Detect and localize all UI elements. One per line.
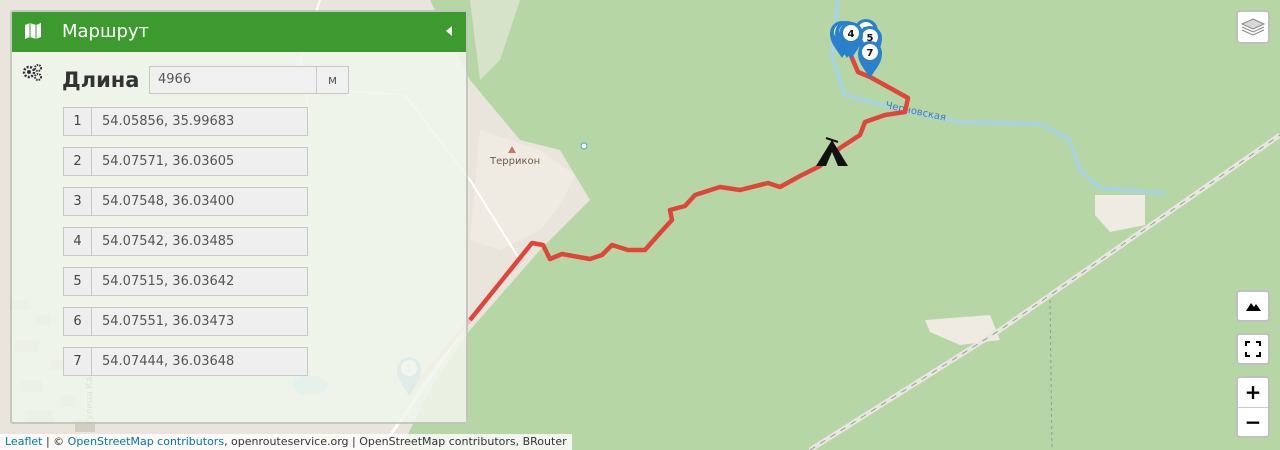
route-point-row: 1 54.05856, 35.99683 xyxy=(63,107,308,136)
route-panel-header: Маршрут xyxy=(12,12,466,52)
zoom-out-button[interactable]: − xyxy=(1238,408,1268,437)
svg-text:4: 4 xyxy=(848,29,855,40)
elevation-button[interactable] xyxy=(1236,290,1270,322)
route-panel: Маршрут Длина 4966 м 1 54.05856, 35.9968… xyxy=(10,10,468,424)
route-point-coords[interactable]: 54.07571, 36.03605 xyxy=(92,147,308,176)
length-label: Длина xyxy=(62,68,140,92)
collapse-icon[interactable] xyxy=(446,26,452,36)
length-unit: м xyxy=(317,66,349,94)
map-book-icon xyxy=(25,23,41,39)
route-point-coords[interactable]: 54.07542, 36.03485 xyxy=(92,227,308,256)
route-point-number: 6 xyxy=(63,307,92,336)
length-input[interactable]: 4966 xyxy=(149,66,317,94)
route-panel-title: Маршрут xyxy=(62,21,150,42)
osm-link[interactable]: OpenStreetMap contributors xyxy=(68,435,224,448)
route-point-row: 5 54.07515, 36.03642 xyxy=(63,267,308,296)
route-point-row: 3 54.07548, 36.03400 xyxy=(63,187,308,216)
spring-icon xyxy=(580,142,588,150)
layers-button[interactable] xyxy=(1236,10,1270,44)
mountain-icon xyxy=(1246,303,1261,311)
route-point-number: 1 xyxy=(63,107,92,136)
layers-icon xyxy=(1240,18,1266,36)
route-point-number: 5 xyxy=(63,267,92,296)
route-point-row: 7 54.07444, 36.03648 xyxy=(63,347,308,376)
attribution-rest: , openrouteservice.org | OpenStreetMap c… xyxy=(224,435,567,448)
route-point-coords[interactable]: 54.07444, 36.03648 xyxy=(92,347,308,376)
terrikon-label: Террикон xyxy=(489,156,540,167)
route-point-number: 7 xyxy=(63,347,92,376)
route-point-coords[interactable]: 54.05856, 35.99683 xyxy=(92,107,308,136)
route-point-number: 2 xyxy=(63,147,92,176)
fullscreen-button[interactable] xyxy=(1236,333,1270,365)
route-point-coords[interactable]: 54.07515, 36.03642 xyxy=(92,267,308,296)
route-point-row: 6 54.07551, 36.03473 xyxy=(63,307,308,336)
gears-icon[interactable] xyxy=(22,64,44,82)
route-point-coords[interactable]: 54.07551, 36.03473 xyxy=(92,307,308,336)
svg-text:7: 7 xyxy=(867,48,874,59)
leaflet-link[interactable]: Leaflet xyxy=(5,435,42,448)
attribution: Leaflet | © OpenStreetMap contributors, … xyxy=(0,434,572,450)
route-point-number: 4 xyxy=(63,227,92,256)
route-point-row: 2 54.07571, 36.03605 xyxy=(63,147,308,176)
zoom-control: + − xyxy=(1236,376,1270,438)
route-point-coords[interactable]: 54.07548, 36.03400 xyxy=(92,187,308,216)
zoom-in-button[interactable]: + xyxy=(1238,378,1268,408)
route-point-row: 4 54.07542, 36.03485 xyxy=(63,227,308,256)
fullscreen-icon xyxy=(1245,341,1261,357)
attribution-sep: | © xyxy=(42,435,68,448)
route-point-number: 3 xyxy=(63,187,92,216)
